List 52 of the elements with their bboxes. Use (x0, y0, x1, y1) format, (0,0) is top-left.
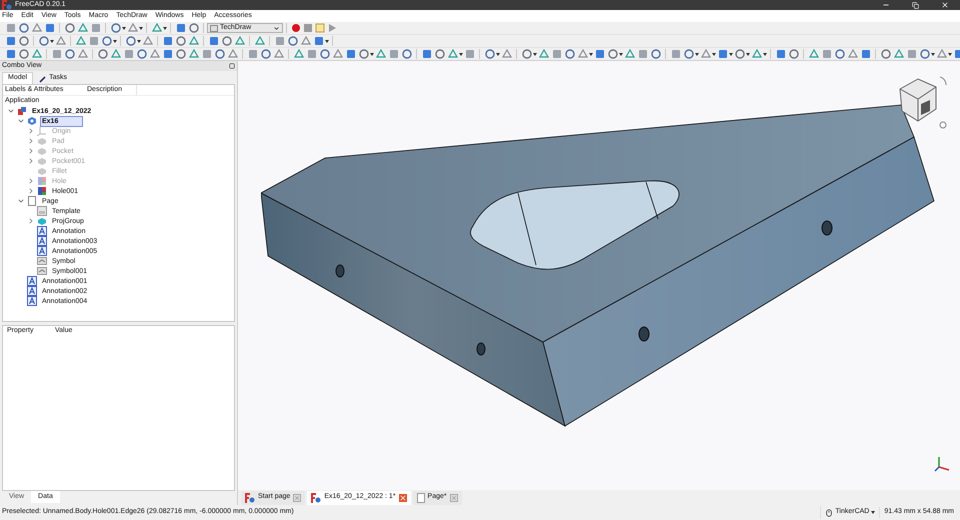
workbench-icon (210, 24, 218, 32)
stop-icon[interactable] (303, 23, 313, 33)
page-icon (27, 196, 37, 206)
symbol-icon (37, 256, 47, 266)
symbol-icon (37, 266, 47, 276)
hole-icon (37, 186, 47, 196)
dropdown-caret-icon[interactable] (137, 40, 141, 42)
3d-viewport[interactable] (238, 61, 960, 490)
annotation-icon (37, 236, 47, 246)
dropdown-caret-icon (871, 511, 876, 514)
page-icon (416, 492, 425, 502)
macro-editor-icon[interactable] (315, 23, 325, 33)
group-icon (37, 216, 47, 226)
template-icon (37, 206, 47, 216)
annotation-icon (27, 296, 37, 306)
dropdown-caret-icon[interactable] (122, 26, 126, 30)
origin-icon (37, 126, 47, 136)
dropdown-caret-icon[interactable] (459, 52, 463, 56)
hole-icon (37, 176, 47, 186)
float-panel-icon[interactable] (229, 63, 235, 69)
dropdown-caret-icon[interactable] (712, 52, 716, 56)
restore-icon[interactable] (912, 2, 919, 8)
body-icon (27, 116, 37, 126)
dropdown-caret-icon[interactable] (729, 52, 733, 56)
dropdown-caret-icon[interactable] (496, 52, 500, 56)
dropdown-caret-icon[interactable] (163, 26, 167, 30)
dropdown-caret-icon[interactable] (325, 40, 329, 42)
dropdown-caret-icon[interactable] (273, 24, 280, 32)
dropdown-caret-icon[interactable] (948, 52, 952, 56)
app-logo-icon (311, 492, 322, 502)
annotation-icon (37, 246, 47, 256)
mouse-icon (825, 508, 834, 516)
app-logo-icon (2, 0, 12, 10)
app-logo-icon (245, 492, 255, 502)
dropdown-caret-icon[interactable] (931, 52, 935, 56)
dropdown-caret-icon[interactable] (50, 40, 54, 42)
dropdown-caret-icon[interactable] (589, 52, 593, 56)
dropdown-caret-icon[interactable] (533, 52, 537, 56)
dropdown-caret-icon[interactable] (746, 52, 750, 56)
record-icon[interactable] (291, 23, 301, 33)
annotation-icon (27, 276, 37, 286)
dropdown-caret-icon[interactable] (370, 52, 374, 56)
dropdown-caret-icon[interactable] (763, 52, 767, 56)
dropdown-caret-icon[interactable] (113, 40, 117, 42)
document-icon (17, 106, 27, 116)
annotation-icon (27, 286, 37, 296)
annotation-icon (37, 226, 47, 236)
dropdown-caret-icon[interactable] (695, 52, 699, 56)
dropdown-caret-icon[interactable] (619, 52, 623, 56)
pencil-icon (39, 74, 48, 82)
dropdown-caret-icon[interactable] (139, 26, 143, 30)
axis-cross-icon (934, 456, 952, 472)
